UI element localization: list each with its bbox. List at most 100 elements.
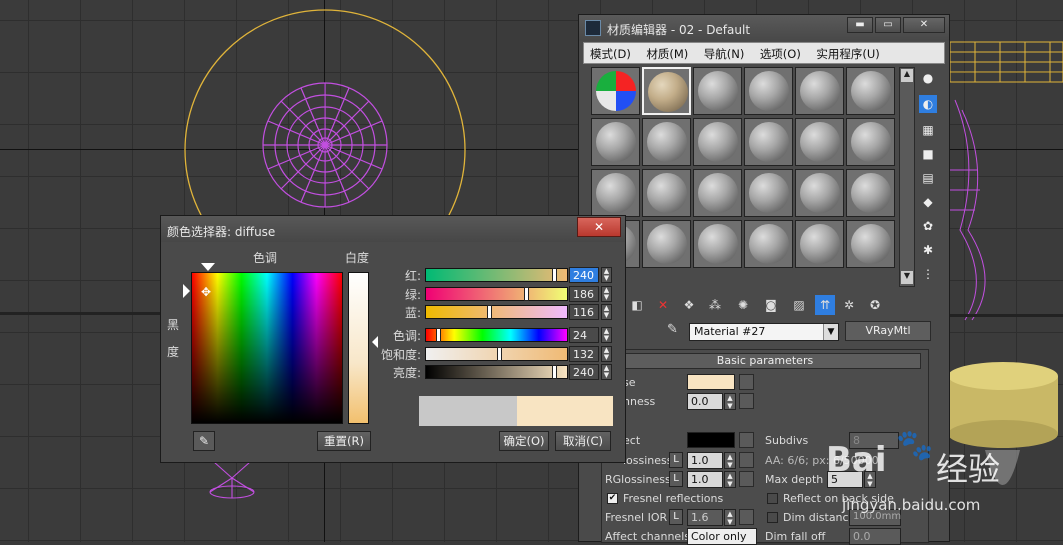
fresnel-ior-spinner[interactable]: ▲ ▼	[724, 509, 736, 526]
sample-uv-icon[interactable]: ■	[919, 145, 937, 163]
scroll-down-icon[interactable]: ▼	[901, 271, 913, 284]
material-slot[interactable]	[693, 67, 742, 115]
reflect-backside-checkbox[interactable]	[767, 493, 778, 504]
rglossiness-spinner[interactable]: ▲ ▼	[724, 471, 736, 488]
roughness-spinner[interactable]: ▲ ▼	[724, 393, 736, 410]
value-slider[interactable]	[425, 365, 568, 379]
red-spinner[interactable]: ▲ ▼	[601, 267, 612, 283]
glossiness-input[interactable]: 1.0	[687, 452, 723, 469]
close-button[interactable]: ✕	[903, 17, 945, 33]
hue-marker-icon[interactable]	[201, 263, 215, 271]
menu-navigation[interactable]: 导航(N)	[698, 43, 751, 65]
reflect-map-button[interactable]	[739, 432, 754, 448]
eyedropper-icon[interactable]: ✎	[193, 431, 215, 451]
material-slot[interactable]	[591, 169, 640, 217]
video-color-check-icon[interactable]: ▤	[919, 169, 937, 187]
color-picker-dialog[interactable]: 颜色选择器: diffuse ✕ 色调 白度 黑度 ✥ ✎ 重置(R) 确定(O…	[160, 215, 626, 463]
material-editor-titlebar[interactable]: 材质编辑器 - 02 - Default ▬ ▭ ✕	[579, 15, 949, 41]
material-slot[interactable]	[846, 67, 895, 115]
material-slot[interactable]	[744, 220, 793, 268]
material-slot[interactable]	[642, 169, 691, 217]
fresnel-ior-lock-button[interactable]: L	[669, 509, 683, 525]
material-slot[interactable]	[693, 220, 742, 268]
glossiness-spinner[interactable]: ▲ ▼	[724, 452, 736, 469]
material-slot[interactable]	[642, 220, 691, 268]
dim-falloff-input[interactable]: 0.0	[849, 528, 901, 545]
show-end-result-icon[interactable]: ▨	[789, 295, 809, 315]
hue-blackness-field[interactable]	[191, 272, 343, 424]
value-spinner[interactable]: ▲ ▼	[601, 364, 612, 380]
select-by-material-icon[interactable]: ✱	[919, 241, 937, 259]
blue-slider[interactable]	[425, 305, 568, 319]
rglossiness-input[interactable]: 1.0	[687, 471, 723, 488]
menu-material[interactable]: 材质(M)	[640, 43, 694, 65]
rglossiness-lock-button[interactable]: L	[669, 471, 683, 487]
go-forward-sibling-icon[interactable]: ✲	[839, 295, 859, 315]
affect-channels-select[interactable]: Color only	[687, 528, 757, 545]
blue-slider-knob[interactable]	[487, 305, 493, 319]
red-slider-knob[interactable]	[552, 268, 558, 282]
background-checker-icon[interactable]: ▦	[919, 121, 937, 139]
green-spinner[interactable]: ▲ ▼	[601, 286, 612, 302]
rglossiness-map-button[interactable]	[739, 471, 754, 487]
color-picker-titlebar[interactable]: 颜色选择器: diffuse	[161, 216, 625, 242]
green-slider[interactable]	[425, 287, 568, 301]
cancel-button[interactable]: 取消(C)	[555, 431, 611, 451]
dim-distance-checkbox[interactable]	[767, 512, 778, 523]
make-unique-icon[interactable]: ❖	[679, 295, 699, 315]
diffuse-color-swatch[interactable]	[687, 374, 735, 390]
blue-spinner[interactable]: ▲ ▼	[601, 304, 612, 320]
value-value-input[interactable]: 240	[569, 364, 599, 380]
material-slot[interactable]	[846, 118, 895, 166]
material-slot[interactable]	[795, 67, 844, 115]
put-material-icon[interactable]: ◧	[627, 295, 647, 315]
ok-button[interactable]: 确定(O)	[499, 431, 549, 451]
sample-type-icon[interactable]: ●	[919, 69, 937, 87]
red-value-input[interactable]: 240	[569, 267, 599, 283]
reflect-color-swatch[interactable]	[687, 432, 735, 448]
green-value-input[interactable]: 186	[569, 286, 599, 302]
put-to-library-icon[interactable]: ⁂	[705, 295, 725, 315]
material-slot[interactable]	[642, 118, 691, 166]
material-slot[interactable]	[591, 67, 640, 115]
hue-slider[interactable]	[425, 328, 568, 342]
roughness-map-button[interactable]	[739, 393, 754, 409]
chevron-down-icon[interactable]: ▼	[823, 324, 838, 340]
backlight-icon[interactable]: ◐	[919, 95, 937, 113]
saturation-slider[interactable]	[425, 347, 568, 361]
material-slot[interactable]	[846, 220, 895, 268]
saturation-slider-knob[interactable]	[496, 347, 502, 361]
material-slot[interactable]	[795, 169, 844, 217]
reset-button[interactable]: 重置(R)	[317, 431, 371, 451]
restore-button[interactable]: ▭	[875, 17, 901, 33]
material-slot[interactable]	[693, 169, 742, 217]
hue-slider-knob[interactable]	[435, 328, 441, 342]
hue-spinner[interactable]: ▲ ▼	[601, 327, 612, 343]
rollout-title[interactable]: Basic parameters	[609, 353, 921, 369]
fresnel-ior-input[interactable]: 1.6	[687, 509, 723, 526]
saturation-value-input[interactable]: 132	[569, 346, 599, 362]
material-slot[interactable]	[744, 67, 793, 115]
material-slot[interactable]	[693, 118, 742, 166]
blue-value-input[interactable]: 116	[569, 304, 599, 320]
go-to-parent-icon[interactable]: ⇈	[815, 295, 835, 315]
saturation-spinner[interactable]: ▲ ▼	[601, 346, 612, 362]
whiteness-bar[interactable]	[348, 272, 369, 424]
menu-utilities[interactable]: 实用程序(U)	[810, 43, 885, 65]
material-name-field[interactable]: Material #27 ▼	[689, 323, 839, 341]
red-slider[interactable]	[425, 268, 568, 282]
material-slot[interactable]	[642, 67, 691, 115]
roughness-input[interactable]: 0.0	[687, 393, 723, 410]
material-navigator-icon[interactable]: ⋮	[919, 265, 937, 283]
fresnel-ior-map-button[interactable]	[739, 509, 754, 525]
hue-value-input[interactable]: 24	[569, 327, 599, 343]
material-id-icon[interactable]: ✺	[733, 295, 753, 315]
close-button[interactable]: ✕	[577, 217, 621, 237]
minimize-button[interactable]: ▬	[847, 17, 873, 33]
fresnel-checkbox[interactable]: ✔	[607, 493, 618, 504]
make-preview-icon[interactable]: ◆	[919, 193, 937, 211]
options-icon[interactable]: ✿	[919, 217, 937, 235]
slots-scrollbar[interactable]: ▲ ▼	[899, 67, 915, 287]
material-slot[interactable]	[591, 118, 640, 166]
material-slot[interactable]	[744, 118, 793, 166]
